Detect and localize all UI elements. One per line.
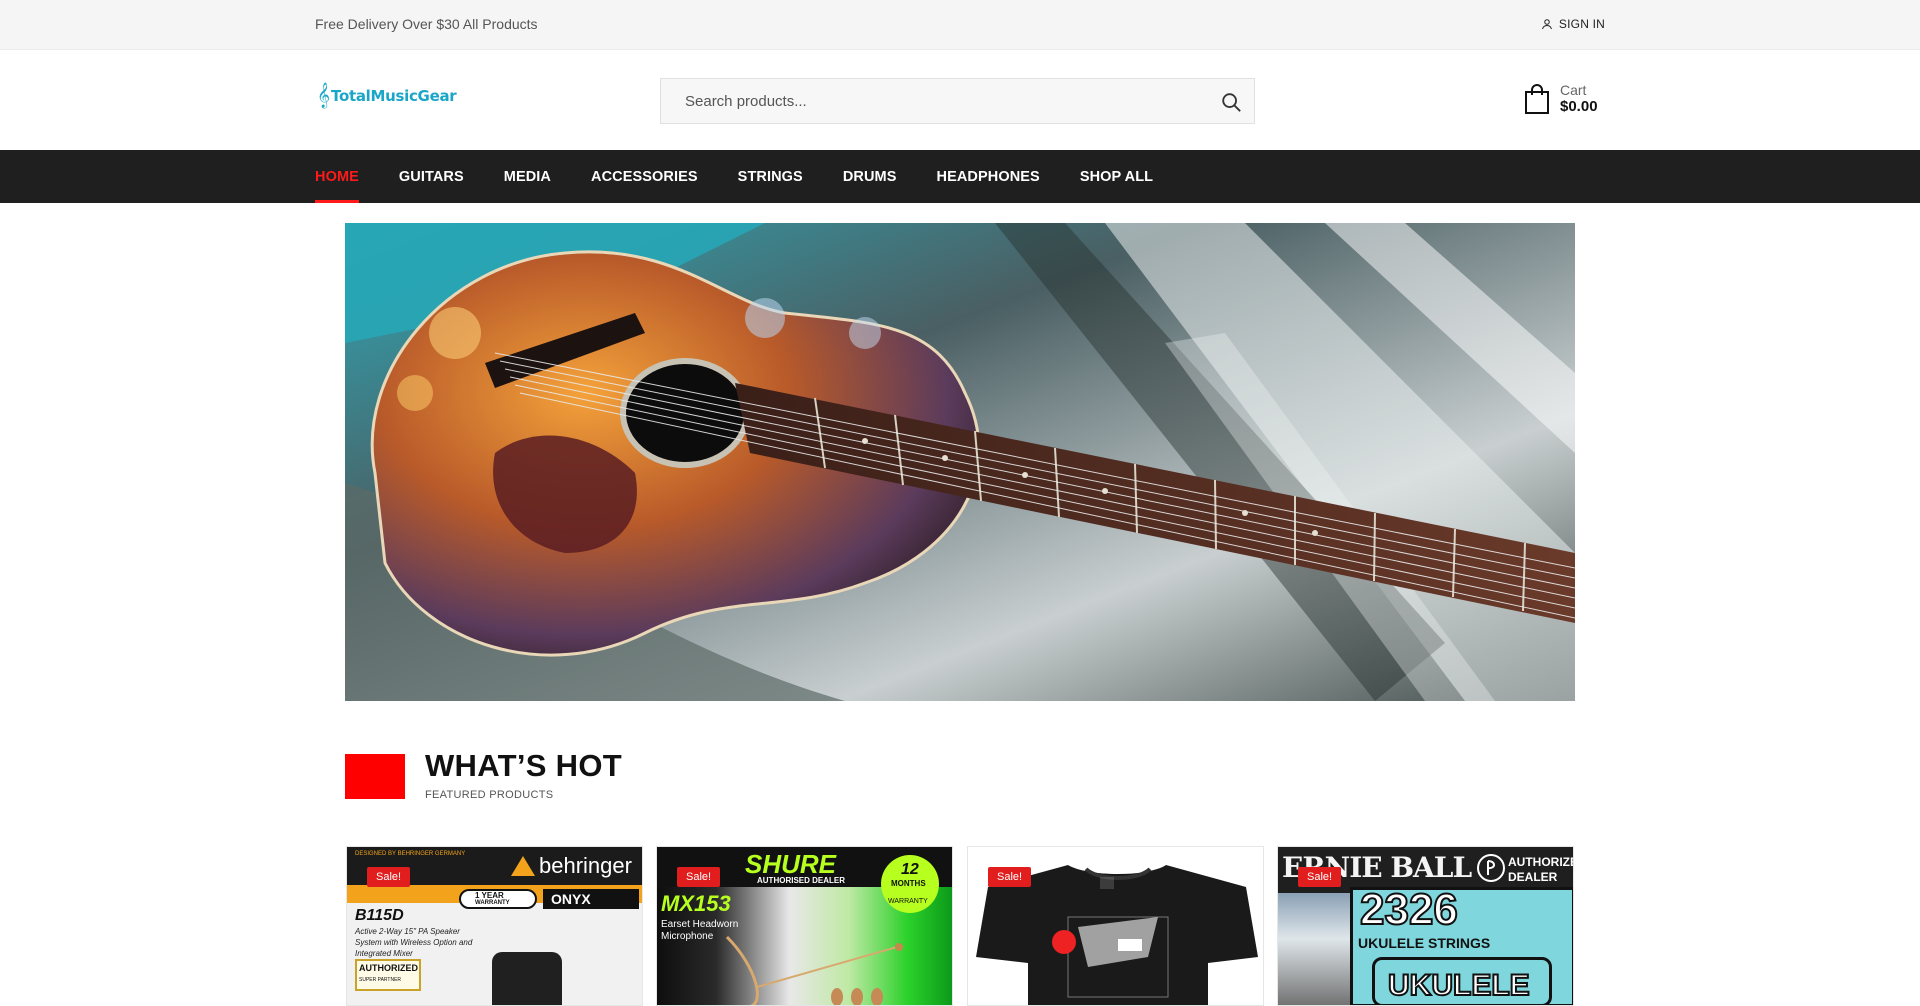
dealer-badge-icon — [1477, 854, 1505, 882]
cart-label: Cart — [1560, 82, 1587, 98]
sale-badge: Sale! — [988, 867, 1032, 887]
user-icon — [1541, 19, 1552, 30]
headworn-mic-image — [725, 935, 903, 1005]
product-brand: behringer — [539, 853, 632, 878]
product-desc-line: Microphone — [661, 931, 714, 942]
sign-in-link[interactable]: SIGN IN — [1541, 17, 1605, 31]
warranty-label: 1 YEAR — [475, 891, 504, 900]
product-model: 2326 — [1359, 884, 1459, 935]
product-card-ernie-ball[interactable]: ERNIE BALL AUTHORIZED DEALER 2326 UKULEL… — [1277, 846, 1574, 1006]
site-header: 𝄞 TotalMusicGear Cart $0.00 — [0, 50, 1920, 150]
nav-item-media[interactable]: MEDIA — [504, 150, 551, 203]
product-model: MX153 — [661, 891, 731, 916]
top-bar: Free Delivery Over $30 All Products SIGN… — [0, 0, 1920, 50]
nav-item-home[interactable]: HOME — [315, 150, 359, 203]
partner-label: AUTHORIZED — [359, 963, 418, 973]
sale-badge: Sale! — [1298, 867, 1342, 887]
product-desc-line: Active 2-Way 15" PA Speaker — [355, 927, 460, 936]
dealer-label: AUTHORIZED — [1508, 855, 1573, 869]
product-tagline: DESIGNED BY BEHRINGER GERMANY — [355, 851, 466, 857]
onyx-label: ONYX — [551, 891, 591, 907]
nav-label: MEDIA — [503, 168, 552, 185]
pack-text: UKULELE — [1387, 968, 1531, 1003]
cart-button[interactable]: Cart $0.00 — [1524, 82, 1598, 116]
partner-label: SUPER PARTNER — [359, 977, 402, 983]
nav-label: HEADPHONES — [936, 168, 1040, 185]
nav-label: GUITARS — [398, 168, 464, 185]
main-nav: HOME GUITARS MEDIA ACCESSORIES STRINGS D… — [0, 150, 1920, 203]
cart-total: $0.00 — [1560, 98, 1598, 115]
product-card-behringer[interactable]: DESIGNED BY BEHRINGER GERMANY behringer … — [346, 846, 643, 1006]
search-input[interactable] — [661, 79, 1201, 123]
product-desc: UKULELE STRINGS — [1358, 935, 1491, 951]
hero-banner[interactable] — [345, 223, 1575, 701]
nav-item-drums[interactable]: DRUMS — [843, 150, 897, 203]
sign-in-label: SIGN IN — [1558, 17, 1605, 31]
treble-clef-icon: 𝄞 — [317, 83, 331, 108]
warranty-label: WARRANTY — [475, 900, 510, 906]
dealer-label: AUTHORISED DEALER — [757, 876, 846, 885]
nav-label: ACCESSORIES — [591, 168, 698, 185]
search-icon[interactable] — [1220, 91, 1242, 113]
nav-item-headphones[interactable]: HEADPHONES — [937, 150, 1040, 203]
nav-label: STRINGS — [737, 168, 803, 185]
promo-text: Free Delivery Over $30 All Products — [315, 16, 538, 32]
search-box — [660, 78, 1255, 124]
nav-label: SHOP ALL — [1079, 168, 1154, 185]
product-card-shure[interactable]: SHURE AUTHORISED DEALER 12 MONTHS WARRAN… — [656, 846, 953, 1006]
nav-label: HOME — [315, 168, 359, 185]
warranty-months: 12 — [901, 861, 919, 878]
warranty-months-label: MONTHS — [891, 879, 926, 888]
behringer-logo-icon — [511, 856, 535, 876]
logo-text: TotalMusicGear — [331, 87, 457, 105]
product-model: B115D — [355, 907, 404, 924]
nav-item-strings[interactable]: STRINGS — [738, 150, 803, 203]
nav-label: DRUMS — [842, 168, 897, 185]
product-desc-line: Integrated Mixer — [355, 949, 413, 958]
nav-item-accessories[interactable]: ACCESSORIES — [591, 150, 698, 203]
dealer-label: DEALER — [1508, 870, 1558, 884]
sale-badge: Sale! — [367, 867, 411, 887]
warranty-label: WARRANTY — [888, 898, 928, 905]
section-subtitle: FEATURED PRODUCTS — [425, 789, 554, 801]
sale-badge: Sale! — [677, 867, 721, 887]
shopping-bag-icon — [1525, 84, 1549, 114]
nav-item-guitars[interactable]: GUITARS — [399, 150, 464, 203]
section-accent-square — [345, 754, 405, 799]
site-logo[interactable]: 𝄞 TotalMusicGear — [317, 83, 457, 108]
acoustic-guitar-image — [345, 223, 1575, 701]
product-card-tshirt[interactable]: Sale! — [967, 846, 1264, 1006]
section-title: WHAT’S HOT — [425, 748, 623, 783]
product-desc-line: System with Wireless Option and — [355, 938, 473, 947]
nav-item-shop-all[interactable]: SHOP ALL — [1080, 150, 1153, 203]
